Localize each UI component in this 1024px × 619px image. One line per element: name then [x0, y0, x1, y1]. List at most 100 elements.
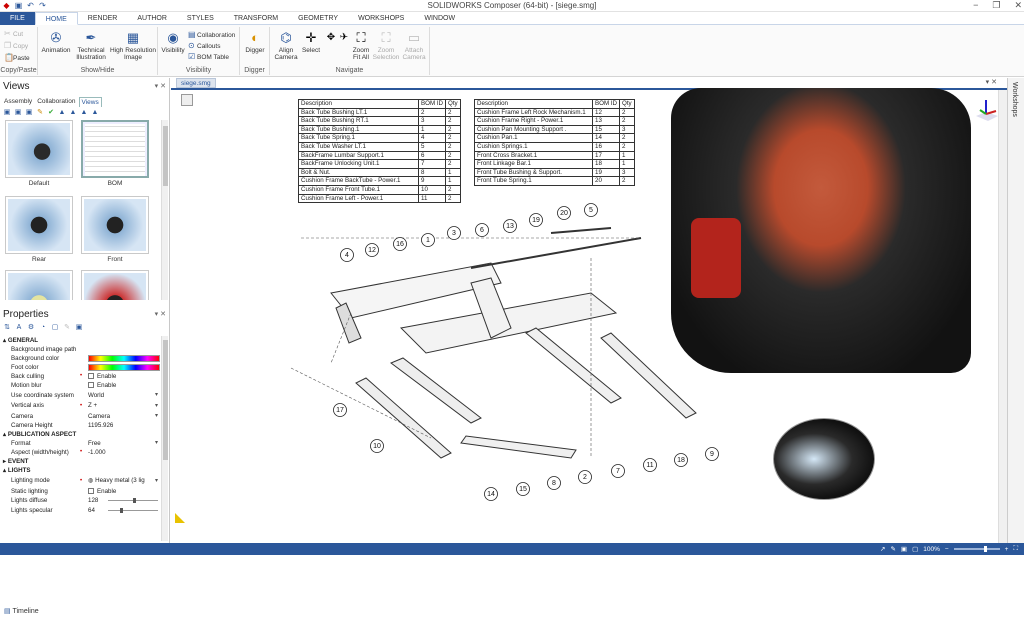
zoom-in-icon[interactable]: +	[1005, 546, 1009, 553]
prop-lights-specular[interactable]: Lights specular 64	[0, 506, 162, 515]
diffuse-slider[interactable]	[108, 498, 158, 504]
static-lighting-checkbox[interactable]	[88, 488, 94, 495]
prop-foot-color[interactable]: Foot color	[0, 363, 162, 372]
filter-icon[interactable]: ⚙	[27, 324, 35, 332]
bg-color-swatch[interactable]	[88, 355, 160, 363]
view-thumb-default[interactable]	[5, 120, 73, 178]
pan-button[interactable]: ✥	[323, 30, 335, 47]
chevron-down-icon[interactable]: ▾	[155, 391, 158, 400]
zoom-out-icon[interactable]: −	[945, 546, 949, 553]
prop-bg-color[interactable]: Background color	[0, 354, 162, 363]
prop-static-lighting[interactable]: Static lighting Enable	[0, 487, 162, 496]
tab-author[interactable]: AUTHOR	[127, 12, 177, 25]
align-camera-button[interactable]: ⌬ Align Camera	[272, 30, 300, 61]
fit-icon[interactable]: ⛶	[1013, 545, 1018, 553]
section-lights[interactable]: ▴ LIGHTS	[0, 466, 162, 476]
specular-slider[interactable]	[108, 507, 158, 513]
tab-file[interactable]: FILE	[0, 12, 35, 25]
tab-window[interactable]: WINDOW	[414, 12, 465, 25]
digger-button[interactable]: ◐ Digger	[242, 30, 268, 54]
tab-render[interactable]: RENDER	[78, 12, 128, 25]
tool-icon[interactable]: ✎	[890, 545, 895, 553]
view-thumb-5[interactable]	[5, 270, 73, 300]
chevron-down-icon[interactable]: ▾	[155, 400, 158, 412]
copy-button[interactable]: ❐ Copy	[4, 41, 28, 51]
section-general[interactable]: ▴ GENERAL	[0, 336, 162, 346]
paste-button[interactable]: 📋Paste	[4, 53, 30, 63]
apply-icon[interactable]: ▣	[75, 324, 83, 332]
arrange-icon-2[interactable]: ▲	[69, 109, 77, 117]
prop-back-culling[interactable]: Back culling • Enable	[0, 372, 162, 381]
axis-triad-icon[interactable]	[971, 94, 1001, 124]
timeline-tab[interactable]: ▤ Timeline	[0, 605, 170, 619]
tab-transform[interactable]: TRANSFORM	[224, 12, 288, 25]
tab-workshops[interactable]: WORKSHOPS	[348, 12, 414, 25]
restore-button[interactable]: ❐	[992, 0, 1000, 11]
zoom-fit-all-button[interactable]: ⛶ Zoom Fit All	[350, 30, 372, 61]
tab-views[interactable]: Views	[78, 97, 102, 107]
attach-camera-button[interactable]: ▭ Attach Camera	[400, 30, 428, 61]
prop-motion-blur[interactable]: Motion blur Enable	[0, 381, 162, 390]
prop-aspect[interactable]: Aspect (width/height) • -1.000	[0, 448, 162, 457]
close-button[interactable]: ✕	[1014, 0, 1022, 11]
sort-az-icon[interactable]: A	[15, 324, 23, 332]
bom-table-toggle[interactable]: ☑ BOM Table	[188, 52, 229, 62]
minimize-button[interactable]: −	[973, 0, 978, 11]
zoom-selection-button[interactable]: ⛶ Zoom Selection	[372, 30, 400, 61]
pin-icon[interactable]: ▾ ✕	[155, 80, 166, 94]
dimension-icon[interactable]: ↗	[880, 545, 885, 553]
arrange-icon-4[interactable]: ▲	[91, 109, 99, 117]
prop-bg-image-path[interactable]: Background image path	[0, 345, 162, 354]
properties-scrollbar[interactable]	[161, 336, 168, 541]
zoom-slider[interactable]	[953, 546, 1000, 552]
tab-assembly[interactable]: Assembly	[2, 97, 34, 107]
viewport-icon[interactable]: ▢	[912, 545, 918, 553]
prop-format[interactable]: Format Free ▾	[0, 439, 162, 448]
view-thumb-front[interactable]	[81, 196, 149, 254]
paint-view-icon[interactable]: ✎	[36, 109, 44, 117]
section-publication-aspect[interactable]: ▴ PUBLICATION ASPECT	[0, 429, 162, 439]
workshops-sidebar[interactable]: Workshops	[1007, 78, 1024, 543]
high-resolution-image-button[interactable]: ▦ High Resolution Image	[110, 30, 156, 61]
back-culling-checkbox[interactable]	[88, 373, 94, 380]
view-thumb-bom[interactable]	[81, 120, 149, 178]
foot-color-swatch[interactable]	[88, 364, 160, 372]
technical-illustration-button[interactable]: ✒ Technical Illustration	[74, 30, 108, 61]
camera-icon[interactable]: ▣	[901, 545, 907, 553]
arrange-icon[interactable]: ▲	[58, 109, 66, 117]
visibility-button[interactable]: ◉ Visibility	[160, 30, 186, 54]
section-event[interactable]: ▸ EVENT	[0, 457, 162, 467]
view-thumb-rear[interactable]	[5, 196, 73, 254]
frame-icon[interactable]: ▢	[51, 324, 59, 332]
tab-geometry[interactable]: GEOMETRY	[288, 12, 348, 25]
collaboration-toggle[interactable]: ▤Collaboration	[188, 30, 235, 40]
update-view-icon[interactable]: ▣	[14, 109, 22, 117]
prop-coord-system[interactable]: Use coordinate system World ▾	[0, 391, 162, 400]
view-thumb-6[interactable]	[81, 270, 149, 300]
callouts-toggle[interactable]: ⊙ Callouts	[188, 41, 220, 51]
sort-icon[interactable]: ⇅	[3, 324, 11, 332]
tab-styles[interactable]: STYLES	[177, 12, 224, 25]
tab-home[interactable]: HOME	[34, 12, 78, 25]
prop-lighting-mode[interactable]: Lighting mode • ◍ Heavy metal (3 lig ▾	[0, 475, 162, 487]
chevron-down-icon[interactable]: ▾	[155, 439, 158, 448]
prop-camera-height[interactable]: Camera Height 1195.926	[0, 421, 162, 430]
pin-icon-props[interactable]: ▾ ✕	[155, 308, 166, 322]
create-view-icon[interactable]: ▣	[3, 109, 11, 117]
viewport-scrollbar[interactable]	[998, 90, 1007, 543]
fly-button[interactable]: ✈	[336, 30, 348, 47]
select-button[interactable]: ✛ Select	[300, 30, 322, 54]
delete-view-icon[interactable]: ▣	[25, 109, 33, 117]
tool-icon[interactable]: ✔	[47, 109, 55, 117]
pick-icon[interactable]: ✎	[63, 324, 71, 332]
views-scrollbar[interactable]	[161, 120, 168, 300]
prop-lights-diffuse[interactable]: Lights diffuse 128	[0, 496, 162, 505]
prop-camera[interactable]: Camera Camera ▾	[0, 412, 162, 421]
seat-preview-disc[interactable]	[773, 418, 875, 500]
cut-button[interactable]: ✂ Cut	[4, 29, 23, 39]
style-icon[interactable]: ◔	[39, 324, 47, 332]
chevron-down-icon[interactable]: ▾	[155, 412, 158, 421]
chevron-down-icon[interactable]: ▾	[155, 475, 158, 487]
prop-vertical-axis[interactable]: Vertical axis • Z + ▾	[0, 400, 162, 412]
motion-blur-checkbox[interactable]	[88, 382, 94, 389]
